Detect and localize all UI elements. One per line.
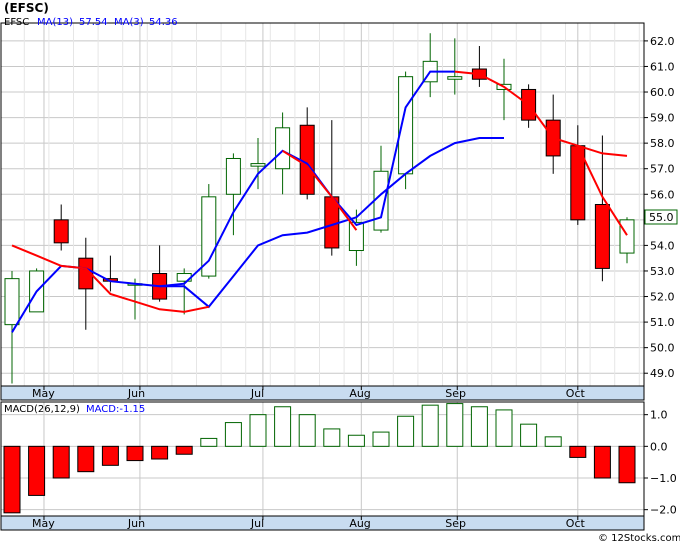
macd-bar-negative [77,445,95,473]
legend-ma13-label: MA(13) [37,17,73,28]
candle-body-up [4,278,20,326]
month-label: May [32,517,55,530]
month-label: Sep [445,517,466,530]
macd-bar-positive [446,403,464,447]
month-label: Jun [127,517,145,530]
month-label: Oct [566,517,586,530]
macd-bar-negative [101,445,119,466]
macd-bar-positive [274,406,292,447]
macd-bar-negative [28,445,46,496]
month-label: May [32,387,55,400]
macd-bar-positive [470,406,488,447]
macd-bar-negative [569,445,587,458]
macd-tick-label: −1.0 [650,472,677,485]
macd-tick-label: −2.0 [650,504,677,517]
price-tick-label: 58.0 [650,137,675,150]
price-tick-label: 61.0 [650,60,675,73]
candle-body-up [373,170,389,231]
legend-ma13-value: 57.54 [79,17,108,28]
price-tick-label: 56.0 [650,188,675,201]
price-tick-label: 60.0 [650,86,675,99]
month-label: Sep [445,387,466,400]
month-label: Aug [349,517,370,530]
candle-body-up [225,157,241,195]
price-tick-label: 49.0 [650,367,675,380]
legend-ma3-label: MA(3) [114,17,144,28]
macd-bar-negative [52,445,70,479]
candle-body-down [594,204,610,269]
macd-bar-positive [520,423,538,447]
price-tick-label: 59.0 [650,112,675,125]
candle-body-down [53,219,69,244]
macd-bar-positive [421,404,439,447]
macd-bar-positive [544,436,562,447]
macd-bar-positive [372,431,390,447]
macd-bar-negative [3,445,21,514]
price-tick-label: 62.0 [650,35,675,48]
macd-bar-positive [495,409,513,447]
last-price-label: 55.0 [649,211,674,224]
chart-stage: 49.0 50.0 51.0 52.0 53.0 54.0 55.0 56.0 57.0 58.0… [0,0,680,546]
month-label: Jul [250,517,264,530]
candle-body-up [447,76,463,80]
macd-bar-positive [249,414,267,447]
candle-body-up [619,219,635,254]
price-tick-label: 53.0 [650,265,675,278]
month-label: Jul [250,387,264,400]
macd-tick-label: 0.0 [650,440,668,453]
month-label: Oct [566,387,586,400]
candle-body-up [250,163,266,167]
macd-bar-negative [151,445,169,460]
macd-legend-value: MACD:-1.15 [86,404,145,415]
macd-bar-negative [126,445,144,462]
macd-legend-label: MACD(26,12,9) [4,404,80,415]
price-tick-label: 57.0 [650,163,675,176]
price-tick-label: 52.0 [650,291,675,304]
watermark: © 12Stocks.com [598,533,680,544]
macd-bar-positive [397,415,415,447]
macd-month-band [0,515,645,531]
candle-body-up [348,221,364,252]
month-label: Aug [349,387,370,400]
candle-body-up [275,127,291,170]
macd-bar-positive [200,437,218,447]
price-tick-label: 51.0 [650,316,675,329]
macd-tick-label: 1.0 [650,409,668,422]
macd-bar-negative [593,445,611,479]
price-tick-label: 54.0 [650,239,675,252]
macd-bar-positive [347,434,365,447]
legend-ma3-value: 54.36 [149,17,178,28]
stock-chart: 49.0 50.0 51.0 52.0 53.0 54.0 55.0 56.0 57.0 58.0… [0,0,680,546]
price-month-band [0,385,645,401]
macd-bar-negative [175,445,193,455]
month-label: Jun [127,387,145,400]
macd-bar-negative [618,445,636,484]
price-tick-label: 50.0 [650,342,675,355]
macd-bar-positive [224,422,242,447]
legend-symbol: EFSC [4,17,29,28]
macd-bar-positive [298,414,316,447]
macd-bar-positive [323,428,341,447]
candle-body-down [299,124,315,195]
chart-title: (EFSC) [4,1,49,15]
last-price-tag: 55.0 [644,209,678,225]
